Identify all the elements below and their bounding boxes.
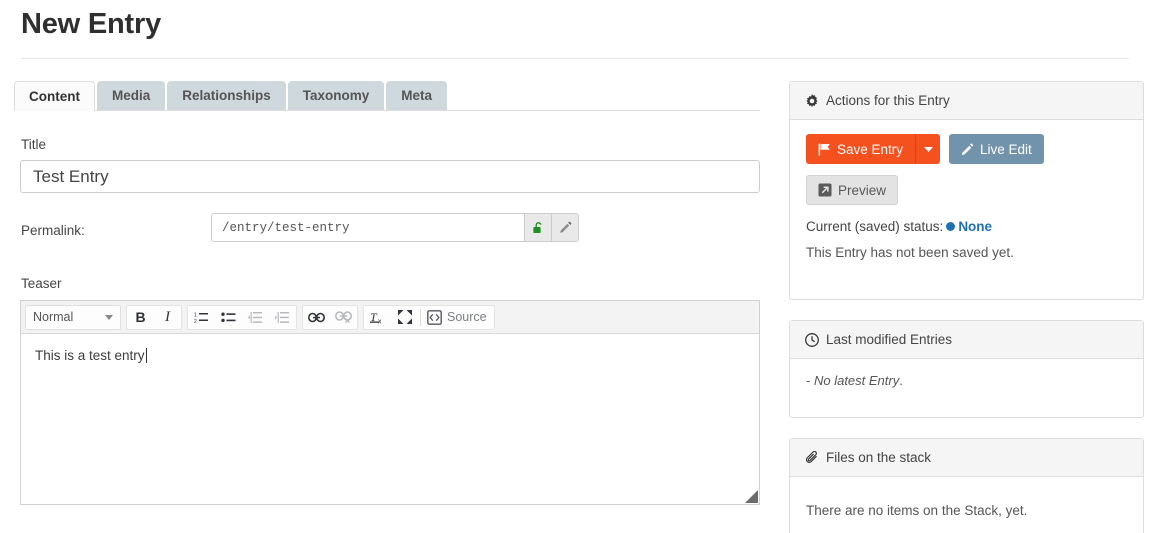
- header-divider: [21, 58, 1129, 59]
- last-modified-body: - No latest Entry.: [790, 359, 1143, 404]
- link-group: [302, 304, 358, 330]
- format-value: Normal: [33, 310, 74, 324]
- status-prefix: Current (saved) status:: [806, 219, 944, 234]
- permalink-label: Permalink:: [21, 223, 85, 238]
- stack-empty-text: There are no items on the Stack, yet.: [806, 503, 1028, 518]
- files-stack-body: There are no items on the Stack, yet.: [790, 477, 1143, 533]
- tools-group: T x Source: [363, 304, 495, 330]
- actions-panel: Actions for this Entry Save Entry Live E…: [789, 81, 1144, 300]
- save-entry-label: Save Entry: [837, 141, 904, 157]
- svg-text:2: 2: [194, 319, 197, 324]
- tab-taxonomy[interactable]: Taxonomy: [287, 81, 385, 110]
- preview-button[interactable]: Preview: [806, 175, 899, 205]
- last-modified-header: Last modified Entries: [790, 321, 1143, 359]
- svg-text:1: 1: [194, 312, 197, 318]
- tab-content[interactable]: Content: [14, 81, 95, 111]
- save-split-button: Save Entry: [806, 134, 941, 164]
- numbered-list-button[interactable]: 1 2: [188, 306, 215, 329]
- chevron-down-icon: [923, 146, 933, 152]
- clock-icon: [805, 332, 819, 347]
- last-modified-title: Last modified Entries: [826, 332, 953, 347]
- preview-label: Preview: [838, 182, 887, 198]
- paragraph-format-dropdown[interactable]: Normal: [25, 304, 121, 330]
- files-stack-title: Files on the stack: [826, 450, 932, 465]
- indent-button[interactable]: [269, 306, 296, 329]
- paperclip-icon: [805, 450, 819, 465]
- save-entry-button[interactable]: Save Entry: [806, 134, 916, 164]
- editor-content-area[interactable]: This is a test entry: [21, 334, 759, 504]
- list-indent-group: 1 2: [187, 304, 297, 330]
- primary-action-row: Save Entry Live Edit: [806, 134, 1127, 164]
- page-title: New Entry: [21, 8, 162, 40]
- bold-button[interactable]: B: [127, 306, 154, 329]
- permalink-edit-button[interactable]: [551, 214, 578, 241]
- files-stack-panel: Files on the stack There are no items on…: [789, 438, 1144, 533]
- tab-media[interactable]: Media: [97, 81, 166, 110]
- unlink-button[interactable]: [330, 306, 357, 329]
- pencil-icon: [961, 142, 974, 156]
- maximize-icon[interactable]: [391, 306, 418, 329]
- no-latest-entry-text: - No latest Entry.: [806, 373, 1127, 388]
- status-dot-icon: [946, 222, 956, 231]
- permalink-input[interactable]: [212, 214, 524, 241]
- new-entry-page: New Entry Content Media Relationships Ta…: [0, 0, 1150, 533]
- pencil-icon: [559, 221, 572, 234]
- text-caret: [145, 348, 147, 363]
- files-stack-header: Files on the stack: [790, 439, 1143, 477]
- title-label: Title: [21, 137, 47, 152]
- open-padlock-icon: [532, 221, 545, 235]
- permalink-unlock-button[interactable]: [524, 214, 551, 241]
- tab-relationships[interactable]: Relationships: [167, 81, 286, 110]
- toolbar-separator: [420, 308, 421, 326]
- entry-tabs: Content Media Relationships Taxonomy Met…: [14, 81, 760, 111]
- editor-resize-handle[interactable]: [745, 490, 758, 503]
- empty-text: No latest Entry: [813, 373, 900, 388]
- actions-panel-title: Actions for this Entry: [826, 93, 950, 108]
- remove-format-icon[interactable]: T x: [364, 306, 391, 329]
- unsaved-note: This Entry has not been saved yet.: [806, 245, 1014, 260]
- source-label: Source: [447, 310, 487, 324]
- last-modified-panel: Last modified Entries - No latest Entry.: [789, 320, 1144, 418]
- flag-icon: [818, 143, 831, 156]
- title-input[interactable]: [20, 160, 760, 193]
- teaser-label: Teaser: [21, 276, 62, 291]
- source-code-icon: [427, 309, 442, 325]
- status-badge: None: [958, 219, 993, 234]
- live-edit-button[interactable]: Live Edit: [949, 134, 1044, 164]
- actions-panel-body: Save Entry Live Edit Preview Current (sa…: [790, 120, 1143, 276]
- tab-meta[interactable]: Meta: [386, 81, 448, 110]
- empty-suffix: .: [899, 373, 903, 388]
- empty-prefix: -: [806, 373, 811, 388]
- svg-text:x: x: [378, 319, 382, 325]
- actions-panel-header: Actions for this Entry: [790, 82, 1143, 120]
- bulleted-list-button[interactable]: [215, 306, 242, 329]
- save-dropdown-toggle[interactable]: [915, 134, 941, 164]
- outdent-button[interactable]: [242, 306, 269, 329]
- link-button[interactable]: [303, 306, 330, 329]
- current-status-line: Current (saved) status: None: [806, 219, 1127, 234]
- editor-text: This is a test entry: [35, 348, 145, 363]
- chevron-down-icon: [105, 314, 113, 320]
- text-style-group: B I: [126, 304, 182, 330]
- source-button[interactable]: Source: [423, 306, 494, 329]
- permalink-field: [211, 213, 579, 242]
- italic-button[interactable]: I: [154, 306, 181, 329]
- external-link-icon: [818, 183, 832, 197]
- live-edit-label: Live Edit: [980, 141, 1032, 157]
- gear-icon: [805, 93, 819, 108]
- editor-toolbar: Normal B I 1 2 T x Source: [21, 301, 759, 334]
- teaser-editor: Normal B I 1 2 T x Source This is a test…: [20, 300, 760, 505]
